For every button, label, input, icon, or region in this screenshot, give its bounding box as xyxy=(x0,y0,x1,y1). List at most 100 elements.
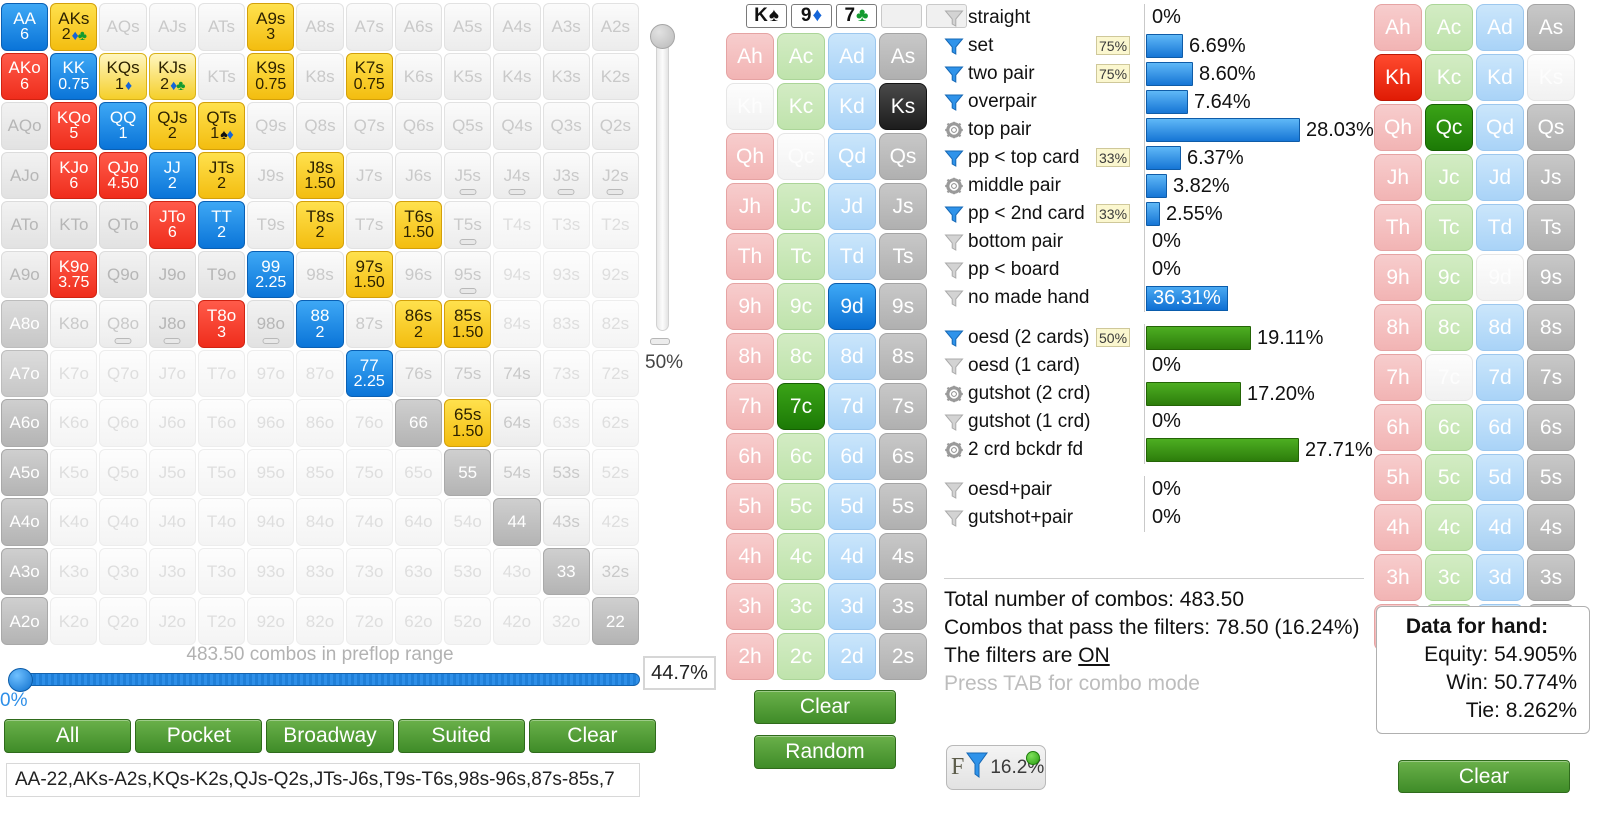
hand-cell-T6s[interactable]: T6s 1.50 xyxy=(394,201,443,249)
hand-cell-87s[interactable]: 87s xyxy=(345,300,393,348)
hero-card-7s[interactable]: 7s xyxy=(879,383,927,430)
funnel-active-icon[interactable] xyxy=(944,37,964,55)
hand-cell-96s[interactable]: 96s xyxy=(394,250,443,299)
villain-card-9c[interactable]: 9c xyxy=(1425,254,1473,301)
funnel-inactive-icon[interactable] xyxy=(944,9,964,27)
board-cards[interactable]: K ♠ 9 ♦ 7 ♣ xyxy=(746,4,967,28)
funnel-active-icon[interactable] xyxy=(944,93,964,111)
hand-cell-86o[interactable]: 86o xyxy=(296,399,344,447)
hand-cell-A2s[interactable]: A2s xyxy=(591,3,639,51)
hero-card-6h[interactable]: 6h xyxy=(726,433,774,480)
hand-cell-A4s[interactable]: A4s xyxy=(493,3,541,51)
range-text-input[interactable]: AA-22,AKs-A2s,KQs-K2s,QJs-Q2s,JTs-J6s,T9… xyxy=(6,763,640,797)
hand-cell-77[interactable]: 77 2.25 xyxy=(345,349,393,398)
hand-cell-54s[interactable]: 54s xyxy=(493,448,541,497)
hand-cell-Q8o[interactable]: Q8o xyxy=(99,300,147,348)
hand-cell-QQ[interactable]: QQ 1 xyxy=(99,102,147,150)
hand-cell-A5o[interactable]: A5o xyxy=(1,448,49,497)
hand-cell-85s[interactable]: 85s 1.50 xyxy=(444,300,492,348)
hero-card-Kd[interactable]: Kd xyxy=(828,83,876,130)
hand-cell-64o[interactable]: 64o xyxy=(394,498,443,546)
hand-cell-K8o[interactable]: K8o xyxy=(50,300,98,348)
hand-cell-62s[interactable]: 62s xyxy=(591,399,639,447)
hand-cell-53o[interactable]: 53o xyxy=(444,547,492,596)
hero-card-Ah[interactable]: Ah xyxy=(726,33,774,80)
hand-cell-K8s[interactable]: K8s xyxy=(296,52,344,101)
hand-cell-32s[interactable]: 32s xyxy=(591,547,639,596)
hand-cell-JJ[interactable]: JJ 2 xyxy=(148,151,196,200)
hero-card-Qh[interactable]: Qh xyxy=(726,133,774,180)
hand-cell-T9s[interactable]: T9s xyxy=(247,201,295,249)
villain-card-4c[interactable]: 4c xyxy=(1425,504,1473,551)
villain-card-Jc[interactable]: Jc xyxy=(1425,154,1473,201)
villain-card-Ac[interactable]: Ac xyxy=(1425,4,1473,51)
hand-cell-87o[interactable]: 87o xyxy=(296,349,344,398)
funnel-active-icon[interactable] xyxy=(944,149,964,167)
hand-cell-54o[interactable]: 54o xyxy=(444,498,492,546)
hand-cell-74s[interactable]: 74s xyxy=(493,349,541,398)
board-card-9♦[interactable]: 9 ♦ xyxy=(791,4,832,28)
weight-slider-knob[interactable] xyxy=(650,24,675,49)
hand-cell-Q4s[interactable]: Q4s xyxy=(493,102,541,150)
hero-card-5h[interactable]: 5h xyxy=(726,483,774,530)
funnel-inactive-icon[interactable] xyxy=(944,509,964,527)
hero-card-Ad[interactable]: Ad xyxy=(828,33,876,80)
villain-card-5c[interactable]: 5c xyxy=(1425,454,1473,501)
hero-card-8h[interactable]: 8h xyxy=(726,333,774,380)
villain-card-Td[interactable]: Td xyxy=(1476,204,1524,251)
hero-card-Tc[interactable]: Tc xyxy=(777,233,825,280)
hand-cell-Q5s[interactable]: Q5s xyxy=(444,102,492,150)
range-slider-knob[interactable] xyxy=(8,668,33,692)
hand-cell-76o[interactable]: 76o xyxy=(345,399,393,447)
hand-cell-84o[interactable]: 84o xyxy=(296,498,344,546)
hand-cell-A6s[interactable]: A6s xyxy=(394,3,443,51)
hand-cell-98o[interactable]: 98o xyxy=(247,300,295,348)
hand-cell-A9o[interactable]: A9o xyxy=(1,250,49,299)
hand-cell-K6o[interactable]: K6o xyxy=(50,399,98,447)
villain-card-Kh[interactable]: Kh xyxy=(1374,54,1422,101)
hand-cell-96o[interactable]: 96o xyxy=(247,399,295,447)
hero-card-7h[interactable]: 7h xyxy=(726,383,774,430)
hand-cell-J7s[interactable]: J7s xyxy=(345,151,393,200)
hand-cell-99[interactable]: 99 2.25 xyxy=(247,250,295,299)
hero-card-5d[interactable]: 5d xyxy=(828,483,876,530)
hero-card-9c[interactable]: 9c xyxy=(777,283,825,330)
hero-card-3d[interactable]: 3d xyxy=(828,583,876,630)
hand-cell-94s[interactable]: 94s xyxy=(493,250,541,299)
funnel-active-icon[interactable] xyxy=(944,329,964,347)
stat-filter-badge[interactable]: 75% xyxy=(1096,64,1131,83)
funnel-inactive-icon[interactable] xyxy=(944,289,964,307)
hand-cell-J6s[interactable]: J6s xyxy=(394,151,443,200)
villain-card-Js[interactable]: Js xyxy=(1527,154,1575,201)
villain-card-Ah[interactable]: Ah xyxy=(1374,4,1422,51)
hand-cell-Q2o[interactable]: Q2o xyxy=(99,597,147,645)
hero-card-3c[interactable]: 3c xyxy=(777,583,825,630)
hand-cell-K9s[interactable]: K9s 0.75 xyxy=(247,52,295,101)
hand-cell-KK[interactable]: KK 0.75 xyxy=(50,52,98,101)
hand-cell-Q6o[interactable]: Q6o xyxy=(99,399,147,447)
hand-cell-Q6s[interactable]: Q6s xyxy=(394,102,443,150)
hand-cell-Q8s[interactable]: Q8s xyxy=(296,102,344,150)
hand-cell-83o[interactable]: 83o xyxy=(296,547,344,596)
villain-card-Kd[interactable]: Kd xyxy=(1476,54,1524,101)
hero-card-Td[interactable]: Td xyxy=(828,233,876,280)
hand-cell-J7o[interactable]: J7o xyxy=(148,349,196,398)
range-preset-suited[interactable]: Suited xyxy=(397,719,525,753)
hand-cell-83s[interactable]: 83s xyxy=(542,300,590,348)
hero-card-Ac[interactable]: Ac xyxy=(777,33,825,80)
villain-card-9d[interactable]: 9d xyxy=(1476,254,1524,301)
stat-filter-badge[interactable]: 33% xyxy=(1096,204,1131,223)
hand-cell-KJs[interactable]: KJs 2 ♦♣ xyxy=(148,52,196,101)
hand-cell-Q9o[interactable]: Q9o xyxy=(99,250,147,299)
hero-card-7d[interactable]: 7d xyxy=(828,383,876,430)
funnel-inactive-icon[interactable] xyxy=(944,481,964,499)
villain-card-7h[interactable]: 7h xyxy=(1374,354,1422,401)
hand-cell-22[interactable]: 22 xyxy=(591,597,639,645)
hand-cell-55[interactable]: 55 xyxy=(444,448,492,497)
filters-state-value[interactable]: ON xyxy=(1078,644,1110,667)
hand-cell-AKo[interactable]: AKo 6 xyxy=(1,52,49,101)
hero-card-Kh[interactable]: Kh xyxy=(726,83,774,130)
hand-cell-T3s[interactable]: T3s xyxy=(542,201,590,249)
hero-card-Jc[interactable]: Jc xyxy=(777,183,825,230)
hand-cell-J2o[interactable]: J2o xyxy=(148,597,196,645)
